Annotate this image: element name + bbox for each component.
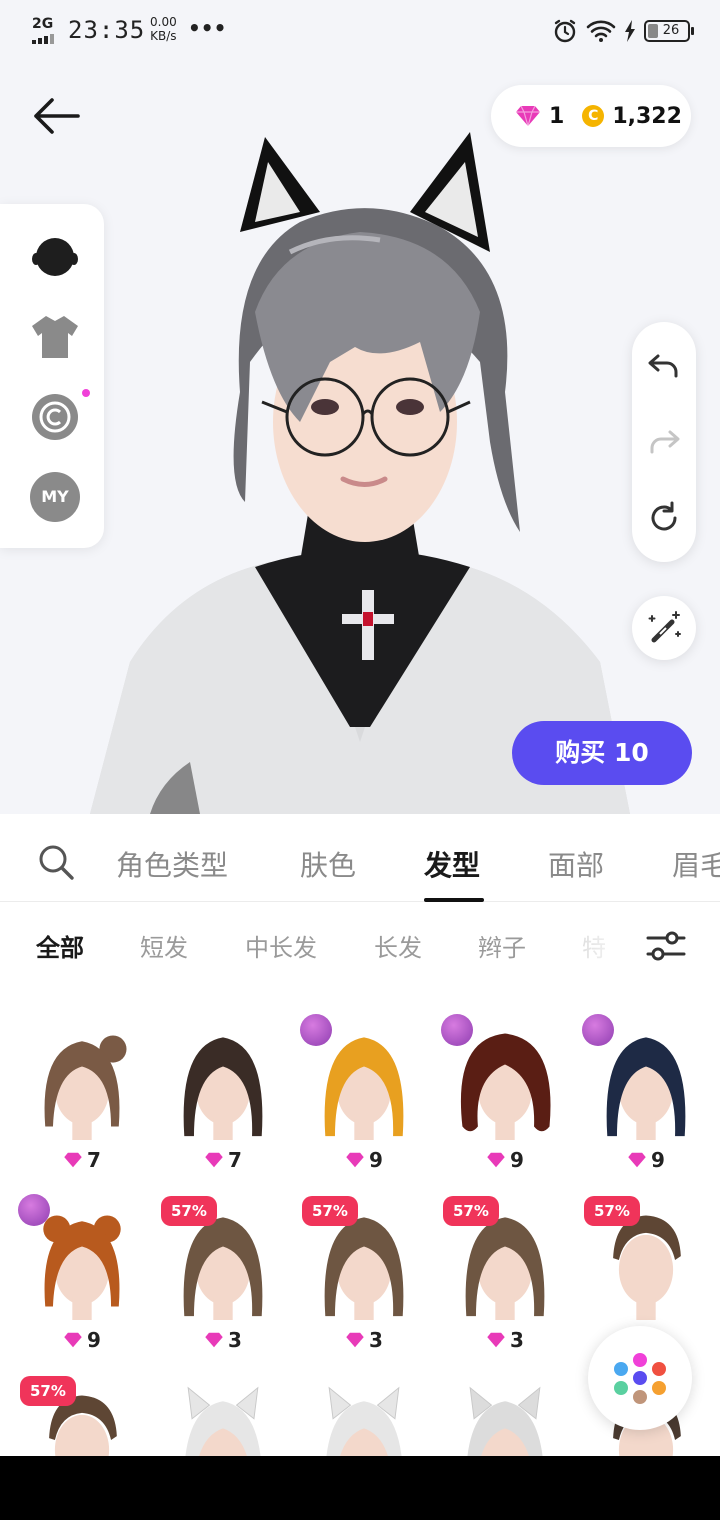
- gem-icon: [64, 1332, 82, 1348]
- price-value: 3: [369, 1328, 383, 1352]
- vip-badge-icon: [300, 1014, 332, 1046]
- price-value: 9: [510, 1148, 524, 1172]
- hairstyle-item[interactable]: 9: [18, 1194, 142, 1360]
- gem-icon: [487, 1152, 505, 1168]
- hairstyle-item[interactable]: [445, 1380, 565, 1456]
- head-icon[interactable]: [30, 232, 80, 282]
- app-screen: 2G 23:35 0.00 KB/s ••• 26 1 C 1,322 MY 购…: [0, 0, 720, 1456]
- status-bar: 2G 23:35 0.00 KB/s ••• 26: [0, 0, 720, 62]
- item-price: 9: [22, 1328, 142, 1352]
- wifi-icon: [586, 20, 616, 42]
- discount-badge: 57%: [584, 1196, 640, 1226]
- color-palette-icon[interactable]: [588, 1326, 692, 1430]
- hairstyle-thumbnail: [22, 1020, 142, 1140]
- hairstyle-item[interactable]: 9: [441, 1014, 565, 1180]
- gem-icon: [346, 1152, 364, 1168]
- gem-icon: [628, 1152, 646, 1168]
- speed-unit: KB/s: [150, 29, 177, 43]
- my-items-button[interactable]: MY: [30, 472, 80, 522]
- gem-icon: [346, 1332, 364, 1348]
- discount-badge: 57%: [302, 1196, 358, 1226]
- price-value: 3: [228, 1328, 242, 1352]
- hairstyle-thumbnail: [163, 1020, 283, 1140]
- clothing-icon[interactable]: [30, 312, 80, 362]
- hairstyle-item[interactable]: 7: [22, 1020, 142, 1180]
- hairstyle-thumbnail: [304, 1380, 424, 1456]
- hairstyle-item[interactable]: 9: [300, 1014, 424, 1180]
- battery-indicator: 26: [644, 20, 694, 42]
- hairstyle-item[interactable]: 7: [163, 1020, 283, 1180]
- more-notifications: •••: [188, 16, 227, 40]
- discount-badge: 57%: [161, 1196, 217, 1226]
- new-item-dot: [82, 389, 90, 397]
- item-price: 7: [163, 1148, 283, 1172]
- hairstyle-item[interactable]: [304, 1380, 424, 1456]
- hairstyle-item[interactable]: 57% 3: [161, 1196, 283, 1360]
- price-value: 9: [87, 1328, 101, 1352]
- history-panel: [632, 322, 696, 562]
- left-tool-panel: MY: [0, 204, 104, 548]
- signal-icon: [32, 34, 54, 44]
- hairstyle-item[interactable]: 9: [582, 1014, 706, 1180]
- gem-icon: [205, 1332, 223, 1348]
- discount-badge: 57%: [20, 1376, 76, 1406]
- discount-badge: 57%: [443, 1196, 499, 1226]
- hairstyle-thumbnail: [163, 1380, 283, 1456]
- vip-badge-icon: [18, 1194, 50, 1226]
- redo-icon[interactable]: [644, 422, 684, 462]
- status-icons: 26: [552, 18, 694, 44]
- hairstyle-item[interactable]: [163, 1380, 283, 1456]
- price-value: 3: [510, 1328, 524, 1352]
- item-price: 9: [304, 1148, 424, 1172]
- item-price: 3: [163, 1328, 283, 1352]
- item-price: 9: [586, 1148, 706, 1172]
- vip-badge-icon: [441, 1014, 473, 1046]
- item-price: 7: [22, 1148, 142, 1172]
- avatar-preview[interactable]: [0, 62, 720, 814]
- item-price: 9: [445, 1148, 565, 1172]
- item-price: 3: [304, 1328, 424, 1352]
- undo-icon[interactable]: [644, 346, 684, 386]
- hairstyle-item[interactable]: 57%: [20, 1376, 142, 1456]
- price-value: 7: [87, 1148, 101, 1172]
- gem-icon: [487, 1332, 505, 1348]
- item-price: 3: [445, 1328, 565, 1352]
- hairstyle-item[interactable]: 57% 3: [443, 1196, 565, 1360]
- system-nav-bar: [0, 1456, 720, 1520]
- battery-level: 26: [662, 23, 680, 38]
- price-value: 9: [651, 1148, 665, 1172]
- alarm-icon: [554, 19, 576, 43]
- magic-wand-icon[interactable]: [632, 596, 696, 660]
- vip-badge-icon: [582, 1014, 614, 1046]
- gem-icon: [205, 1152, 223, 1168]
- price-value: 7: [228, 1148, 242, 1172]
- buy-button[interactable]: 购买 10: [512, 721, 692, 785]
- network-type: 2G: [32, 16, 54, 32]
- clock: 23:35: [68, 16, 146, 44]
- network-speed: 0.00 KB/s: [150, 15, 177, 43]
- speed-value: 0.00: [150, 15, 177, 29]
- copyright-icon[interactable]: [30, 392, 80, 442]
- gem-icon: [64, 1152, 82, 1168]
- reset-icon[interactable]: [644, 498, 684, 538]
- price-value: 9: [369, 1148, 383, 1172]
- charging-icon: [625, 20, 635, 42]
- hairstyle-item[interactable]: 57% 3: [302, 1196, 424, 1360]
- hairstyle-thumbnail: [445, 1380, 565, 1456]
